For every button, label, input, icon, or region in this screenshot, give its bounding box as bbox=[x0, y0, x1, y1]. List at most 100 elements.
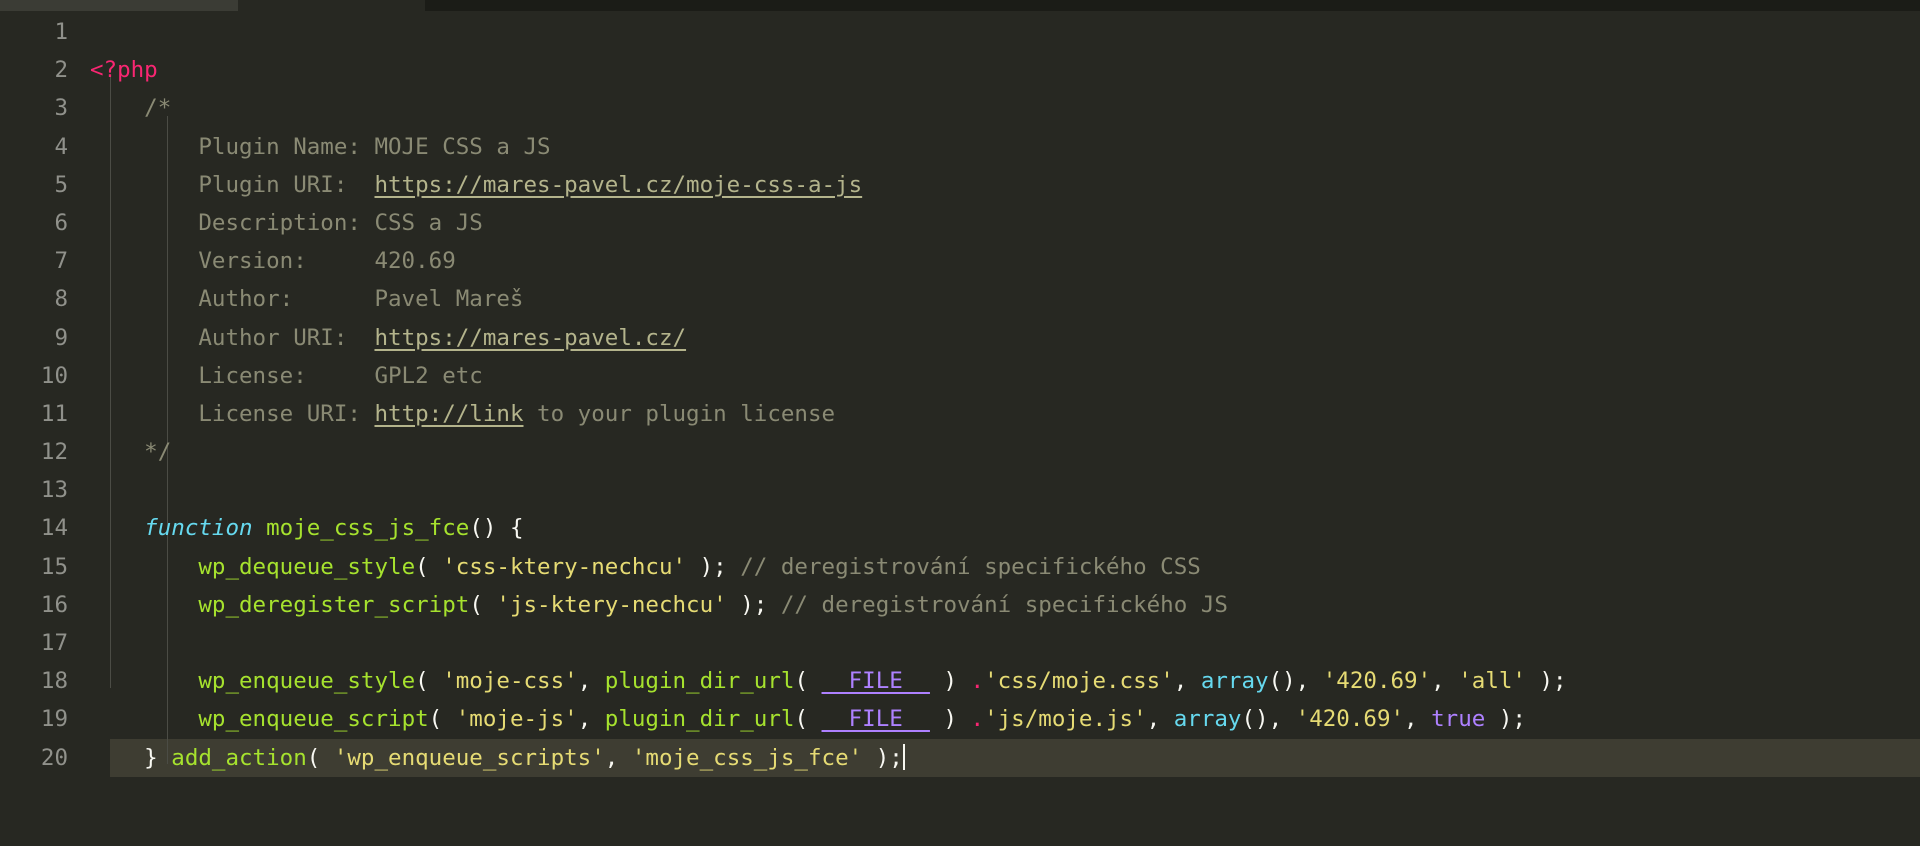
code-line-content[interactable]: Author URI: https://mares-pavel.cz/ bbox=[68, 319, 686, 357]
code-token: ( bbox=[415, 668, 443, 695]
code-line[interactable]: 18 wp_enqueue_style( 'moje-css', plugin_… bbox=[0, 662, 1920, 700]
code-line[interactable]: 17 bbox=[0, 624, 1920, 662]
code-line-content[interactable]: Author: Pavel Mareš bbox=[68, 280, 523, 318]
code-token: . bbox=[970, 668, 985, 695]
code-line-content[interactable]: Description: CSS a JS bbox=[68, 204, 482, 242]
code-editor-pane[interactable]: 1 2 <?php 3 /* 4 Plugin Name: MOJE CSS a JS 5… bbox=[0, 11, 1920, 846]
code-token: , bbox=[1404, 706, 1432, 733]
code-line[interactable]: 14 function moje_css_js_fce() { bbox=[0, 509, 1920, 547]
code-token: ); bbox=[862, 744, 903, 771]
code-line[interactable]: 15 wp_dequeue_style( 'css-ktery-nechcu' … bbox=[0, 548, 1920, 586]
line-number: 13 bbox=[40, 477, 68, 504]
code-token: to your plugin license bbox=[523, 400, 836, 427]
code-token: 'css-ktery-nechcu' bbox=[442, 553, 687, 580]
code-line-content[interactable]: <?php bbox=[68, 51, 158, 89]
code-token: , bbox=[1173, 668, 1201, 695]
code-token: License: GPL2 etc bbox=[90, 362, 483, 389]
code-token: moje_css_js_fce bbox=[266, 515, 470, 542]
code-token: , bbox=[604, 744, 632, 771]
code-token: ( bbox=[794, 668, 822, 695]
code-token: 'moje-js' bbox=[455, 706, 578, 733]
code-token: '420.69' bbox=[1295, 706, 1405, 733]
code-line[interactable]: 10 License: GPL2 etc bbox=[0, 357, 1920, 395]
line-number: 11 bbox=[40, 400, 68, 427]
line-number: 7 bbox=[54, 248, 68, 275]
code-line[interactable]: 3 /* bbox=[0, 89, 1920, 127]
code-line[interactable]: 8 Author: Pavel Mareš bbox=[0, 280, 1920, 318]
line-number: 3 bbox=[54, 95, 68, 122]
code-line[interactable]: 6 Description: CSS a JS bbox=[0, 204, 1920, 242]
code-line[interactable]: 11 License URI: http://link to your plug… bbox=[0, 395, 1920, 433]
code-token: ); bbox=[686, 553, 741, 580]
code-token: https://mares-pavel.cz/ bbox=[374, 324, 687, 351]
code-token: function bbox=[144, 515, 253, 542]
code-line-content[interactable]: License: GPL2 etc bbox=[68, 357, 483, 395]
code-line-content[interactable]: Version: 420.69 bbox=[68, 242, 455, 280]
code-line-content[interactable] bbox=[68, 471, 90, 509]
code-line[interactable]: 7 Version: 420.69 bbox=[0, 242, 1920, 280]
code-line-content[interactable]: Plugin URI: https://mares-pavel.cz/moje-… bbox=[68, 166, 862, 204]
code-token: wp_enqueue_script bbox=[198, 706, 429, 733]
code-token: . bbox=[970, 706, 985, 733]
code-token: 'all' bbox=[1458, 668, 1526, 695]
code-line[interactable]: 13 bbox=[0, 471, 1920, 509]
line-number: 15 bbox=[40, 553, 68, 580]
code-token: https://mares-pavel.cz/moje-css-a-js bbox=[374, 171, 863, 198]
code-line[interactable]: 5 Plugin URI: https://mares-pavel.cz/moj… bbox=[0, 166, 1920, 204]
code-token: Plugin URI: bbox=[90, 171, 375, 198]
code-token: <?php bbox=[90, 57, 158, 84]
code-token: () { bbox=[469, 515, 524, 542]
code-line-content[interactable]: License URI: http://link to your plugin … bbox=[68, 395, 835, 433]
code-line-content[interactable]: wp_dequeue_style( 'css-ktery-nechcu' ); … bbox=[68, 548, 1201, 586]
editor-tab-inactive[interactable] bbox=[238, 0, 425, 11]
code-line-content[interactable]: wp_enqueue_style( 'moje-css', plugin_dir… bbox=[68, 662, 1567, 700]
code-token: (), bbox=[1268, 668, 1323, 695]
code-token: , bbox=[1431, 668, 1459, 695]
code-line-content[interactable]: wp_deregister_script( 'js-ktery-nechcu' … bbox=[68, 586, 1228, 624]
line-number: 6 bbox=[54, 209, 68, 236]
code-line[interactable]: 1 bbox=[0, 13, 1920, 51]
code-line[interactable]: 12 */ bbox=[0, 433, 1920, 471]
code-line[interactable]: 4 Plugin Name: MOJE CSS a JS bbox=[0, 128, 1920, 166]
code-line-content[interactable]: function moje_css_js_fce() { bbox=[68, 509, 524, 547]
line-number: 4 bbox=[54, 133, 68, 160]
code-token: wp_dequeue_style bbox=[198, 553, 416, 580]
code-line[interactable]: 19 wp_enqueue_script( 'moje-js', plugin_… bbox=[0, 700, 1920, 738]
code-token: Author: Pavel Mareš bbox=[90, 286, 524, 313]
code-line-content[interactable]: Plugin Name: MOJE CSS a JS bbox=[68, 128, 551, 166]
code-token: 'wp_enqueue_scripts' bbox=[333, 744, 605, 771]
code-token: plugin_dir_url bbox=[604, 706, 795, 733]
line-number: 19 bbox=[40, 706, 68, 733]
code-line-content[interactable]: } add_action( 'wp_enqueue_scripts', 'moj… bbox=[68, 739, 905, 777]
code-token: ); bbox=[1525, 668, 1567, 695]
code-token: true bbox=[1431, 706, 1486, 733]
editor-tab-active[interactable] bbox=[0, 0, 238, 11]
code-token: Plugin Name: MOJE CSS a JS bbox=[90, 133, 551, 160]
code-token: wp_enqueue_style bbox=[198, 668, 416, 695]
editor-tab-strip[interactable] bbox=[0, 0, 1920, 11]
code-token: , bbox=[577, 668, 605, 695]
code-token: ( bbox=[428, 706, 456, 733]
code-line[interactable]: 9 Author URI: https://mares-pavel.cz/ bbox=[0, 319, 1920, 357]
code-token: , bbox=[577, 706, 605, 733]
code-line-content[interactable] bbox=[68, 624, 90, 662]
code-line[interactable]: 2 <?php bbox=[0, 51, 1920, 89]
code-token: '420.69' bbox=[1322, 668, 1432, 695]
code-token: ) bbox=[929, 706, 971, 733]
code-line-content[interactable]: /* bbox=[68, 89, 171, 127]
code-token: // deregistrování specifického CSS bbox=[740, 553, 1201, 580]
line-number: 18 bbox=[40, 668, 68, 695]
code-token: 'moje-css' bbox=[442, 668, 578, 695]
line-number: 8 bbox=[54, 286, 68, 313]
code-line[interactable]: 20 } add_action( 'wp_enqueue_scripts', '… bbox=[0, 738, 1920, 777]
code-token: 'moje_css_js_fce' bbox=[631, 744, 863, 771]
code-token: ); bbox=[1485, 706, 1526, 733]
code-line-content[interactable] bbox=[68, 13, 90, 51]
code-line-content[interactable]: */ bbox=[68, 433, 171, 471]
code-text-area[interactable]: 1 2 <?php 3 /* 4 Plugin Name: MOJE CSS a JS 5… bbox=[0, 11, 1920, 777]
code-line[interactable]: 16 wp_deregister_script( 'js-ktery-nechc… bbox=[0, 586, 1920, 624]
code-line-content[interactable]: wp_enqueue_script( 'moje-js', plugin_dir… bbox=[68, 700, 1526, 738]
